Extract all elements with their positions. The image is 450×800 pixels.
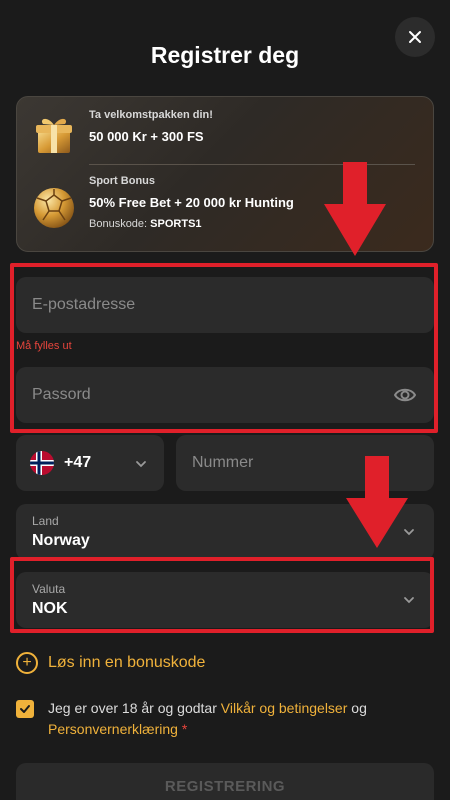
currency-label: Valuta bbox=[32, 582, 66, 596]
consent-text: Jeg er over 18 år og godtar Vilkår og be… bbox=[48, 698, 418, 740]
consent-text-and: og bbox=[347, 700, 367, 716]
redeem-bonus-code-link[interactable]: + Løs inn en bonuskode bbox=[16, 652, 205, 674]
sport-offer-text: 50% Free Bet + 20 000 kr Hunting bbox=[89, 195, 294, 210]
phone-placeholder: Nummer bbox=[192, 454, 254, 471]
bonus-code: Bonuskode: SPORTS1 bbox=[89, 218, 294, 230]
promo-card: Ta velkomstpakken din! 50 000 Kr + 300 F… bbox=[16, 96, 434, 252]
bonus-code-label: Bonuskode: bbox=[89, 218, 148, 230]
bonus-code-value: SPORTS1 bbox=[150, 218, 202, 230]
phone-number-input[interactable]: Nummer bbox=[176, 435, 434, 491]
country-select[interactable]: Land Norway bbox=[16, 504, 434, 560]
chevron-down-icon bbox=[404, 597, 414, 604]
chevron-down-icon bbox=[136, 461, 146, 468]
terms-checkbox[interactable] bbox=[16, 700, 34, 718]
email-error: Må fylles ut bbox=[16, 340, 72, 352]
eye-icon[interactable] bbox=[394, 385, 416, 405]
check-icon bbox=[20, 705, 30, 713]
email-field[interactable]: E-postadresse bbox=[16, 277, 434, 333]
register-button[interactable]: REGISTRERING bbox=[16, 763, 434, 800]
currency-value: NOK bbox=[32, 600, 68, 617]
currency-select[interactable]: Valuta NOK bbox=[16, 572, 434, 628]
password-field[interactable]: Passord bbox=[16, 367, 434, 423]
required-mark: * bbox=[177, 721, 188, 737]
privacy-link[interactable]: Personvernerklæring bbox=[48, 721, 178, 737]
country-value: Norway bbox=[32, 532, 90, 549]
phone-prefix-select[interactable]: +47 bbox=[16, 435, 164, 491]
promo-divider bbox=[89, 164, 415, 165]
gift-icon bbox=[36, 118, 72, 153]
email-placeholder: E-postadresse bbox=[32, 296, 136, 313]
consent-text-before: Jeg er over 18 år og godtar bbox=[48, 700, 221, 716]
country-label: Land bbox=[32, 514, 59, 528]
welcome-offer-text: 50 000 Kr + 300 FS bbox=[89, 129, 204, 144]
phone-prefix-value: +47 bbox=[64, 454, 92, 471]
redeem-bonus-code-label: Løs inn en bonuskode bbox=[48, 654, 206, 671]
page-title: Registrer deg bbox=[150, 42, 300, 68]
welcome-title: Ta velkomstpakken din! bbox=[89, 109, 213, 121]
chevron-down-icon bbox=[404, 529, 414, 536]
football-icon bbox=[34, 188, 74, 228]
terms-link[interactable]: Vilkår og betingelser bbox=[221, 700, 348, 716]
sport-title: Sport Bonus bbox=[89, 175, 155, 187]
register-button-label: REGISTRERING bbox=[164, 778, 286, 795]
password-placeholder: Passord bbox=[32, 386, 91, 403]
plus-circle-icon: + bbox=[16, 652, 38, 674]
norway-flag-icon bbox=[30, 451, 54, 475]
